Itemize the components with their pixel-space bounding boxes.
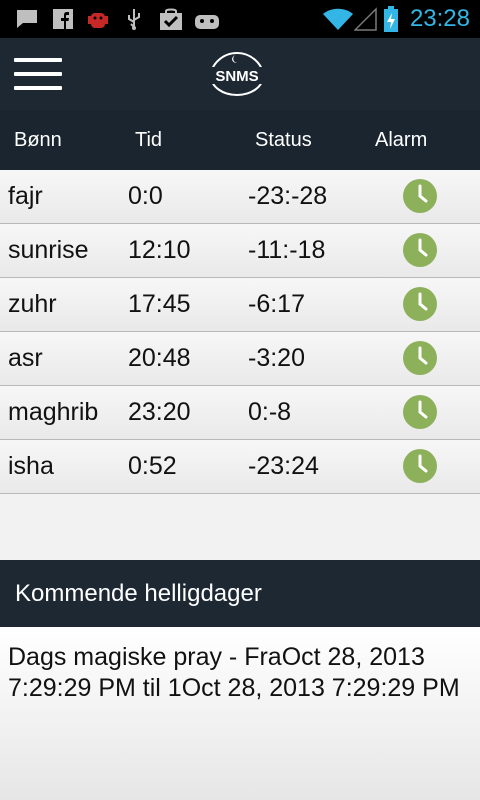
android-bug-icon [88,13,108,28]
prayer-row: fajr 0:0 -23:-28 [0,170,480,224]
column-alarm-header: Alarm [375,129,428,151]
prayer-time: 0:52 [128,452,177,480]
prayer-table-header: Bønn Tid Status Alarm [0,110,480,170]
prayer-name: asr [8,344,43,372]
hamburger-icon [14,58,62,62]
holidays-title: Kommende helligdager [15,580,262,607]
status-bar: 23:28 [0,0,480,38]
prayer-time: 23:20 [128,398,191,426]
prayer-row: zuhr 17:45 -6:17 [0,278,480,332]
prayer-row: isha 0:52 -23:24 [0,440,480,494]
logo-text: SNMS [215,68,258,85]
prayer-name: sunrise [8,236,89,264]
prayer-status: -23:24 [248,452,319,480]
column-time-header: Tid [135,129,163,151]
alarm-clock-icon[interactable] [403,287,437,321]
prayer-row: asr 20:48 -3:20 [0,332,480,386]
alarm-clock-icon[interactable] [403,395,437,429]
alarm-clock-icon[interactable] [403,233,437,267]
column-prayer-header: Bønn [14,129,62,151]
prayer-row: sunrise 12:10 -11:-18 [0,224,480,278]
battery-charging-icon [384,6,398,32]
column-status-header: Status [255,129,312,151]
holidays-header: Kommende helligdager [0,560,480,627]
holidays-panel: Dags magiske pray - FraOct 28, 2013 7:29… [0,627,480,800]
prayer-status: -23:-28 [248,182,328,210]
android-game-icon [195,15,219,29]
prayer-time: 12:10 [128,236,191,264]
holiday-entry-text: Dags magiske pray - FraOct 28, 2013 7:29… [8,643,460,702]
prayer-status: -3:20 [248,344,305,372]
prayer-status: -6:17 [248,290,305,318]
facebook-icon [53,9,73,29]
usb-icon [128,9,140,30]
prayer-time: 17:45 [128,290,191,318]
chat-icon [17,10,37,28]
menu-button[interactable] [14,56,62,92]
prayer-table: fajr 0:0 -23:-28 sunrise 12:10 -11:-18 z… [0,170,480,494]
prayer-time: 0:0 [128,182,163,210]
shopping-bag-icon [160,8,182,30]
signal-icon [354,7,377,31]
wifi-icon [323,8,353,30]
alarm-clock-icon[interactable] [403,449,437,483]
action-bar: SNMS [0,38,480,110]
prayer-row: maghrib 23:20 0:-8 [0,386,480,440]
clock-time: 23:28 [409,5,470,32]
prayer-status: 0:-8 [248,398,292,426]
prayer-time: 20:48 [128,344,191,372]
prayer-name: maghrib [8,398,99,426]
prayer-name: zuhr [8,290,57,318]
app-logo: SNMS [209,51,265,97]
alarm-clock-icon[interactable] [403,341,437,375]
prayer-name: isha [8,452,54,480]
prayer-status: -11:-18 [248,236,326,264]
alarm-clock-icon[interactable] [403,179,437,213]
prayer-name: fajr [8,182,43,210]
